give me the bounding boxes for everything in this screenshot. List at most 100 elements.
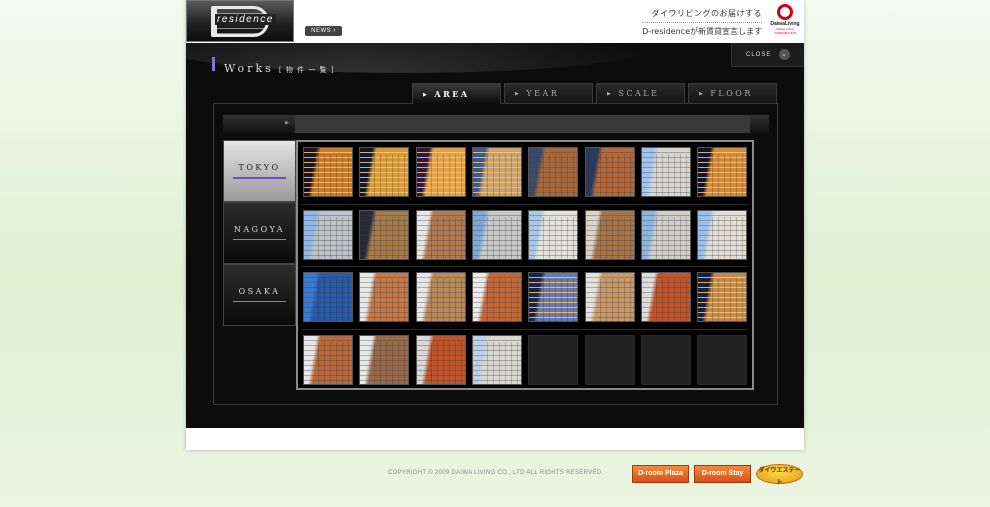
building-facade — [543, 216, 577, 259]
news-button[interactable]: NEWS › — [305, 26, 342, 36]
building-facade — [374, 341, 408, 384]
daiwa-estate-button[interactable]: ダイワエステート — [756, 464, 803, 486]
region-label: NAGOYA — [233, 225, 286, 234]
building-facade — [600, 278, 634, 321]
property-thumbnail[interactable] — [416, 335, 466, 385]
property-thumbnail[interactable] — [472, 147, 522, 197]
building-facade — [374, 153, 408, 196]
daiwa-living-logo[interactable]: DaiwaLiving Daiwa Living CORPORATION — [768, 4, 802, 40]
tab-floor[interactable]: ▶ FLOOR — [688, 83, 777, 103]
tab-year[interactable]: ▶ YEAR — [504, 83, 593, 103]
chevron-down-icon: ⌄ — [779, 49, 790, 60]
property-thumbnail[interactable] — [585, 210, 635, 260]
brand-sub: Daiwa Living CORPORATION — [773, 27, 797, 35]
page-frame: residence NEWS › ダイワリビングのお届けする D-residen… — [186, 0, 804, 450]
empty-thumbnail-slot — [641, 335, 691, 385]
building-facade — [487, 278, 521, 321]
building-facade — [374, 278, 408, 321]
title-main: Works — [224, 62, 274, 75]
property-thumbnail[interactable] — [303, 272, 353, 322]
property-thumbnail-grid — [296, 140, 754, 390]
daiwa-ring-icon — [777, 4, 793, 20]
property-thumbnail[interactable] — [528, 210, 578, 260]
sub-filter-right[interactable] — [750, 115, 769, 133]
page-bottom-strip — [186, 428, 804, 450]
building-facade — [318, 341, 352, 384]
property-thumbnail[interactable] — [472, 272, 522, 322]
region-label: TOKYO — [238, 163, 281, 172]
building-facade — [600, 216, 634, 259]
tab-area[interactable]: ▶ AREA — [412, 83, 501, 104]
property-thumbnail[interactable] — [359, 147, 409, 197]
copyright-text: COPYRIGHT © 2009 DAIWA LIVING CO., LTD A… — [388, 470, 604, 476]
region-list: TOKYO NAGOYA OSAKA — [223, 140, 296, 326]
close-button[interactable]: CLOSE ⌄ — [731, 43, 804, 67]
building-facade — [712, 278, 746, 321]
region-underline — [233, 301, 286, 302]
building-facade — [600, 153, 634, 196]
property-thumbnail[interactable] — [697, 210, 747, 260]
property-thumbnail[interactable] — [528, 272, 578, 322]
region-label: OSAKA — [238, 287, 281, 296]
building-facade — [431, 153, 465, 196]
tagline: ダイワリビングのお届けする D-residenceが新賃貸宣言します — [642, 8, 762, 37]
row-divider — [302, 203, 748, 205]
d-room-plaza-button[interactable]: D-room Plaza — [632, 465, 689, 483]
region-osaka[interactable]: OSAKA — [223, 264, 296, 326]
building-facade — [656, 278, 690, 321]
property-thumbnail[interactable] — [585, 272, 635, 322]
title-sub: [ 物 件 一 覧 ] — [278, 66, 335, 74]
region-tokyo[interactable]: TOKYO — [223, 140, 296, 202]
property-thumbnail[interactable] — [697, 147, 747, 197]
d-residence-logo[interactable]: residence — [186, 0, 294, 42]
tagline-line-2: D-residenceが新賃貸宣言します — [642, 27, 762, 36]
building-facade — [318, 153, 352, 196]
property-thumbnail[interactable] — [416, 210, 466, 260]
building-facade — [487, 216, 521, 259]
page-title: Works [ 物 件 一 覧 ] — [212, 57, 335, 75]
property-thumbnail[interactable] — [303, 147, 353, 197]
property-thumbnail[interactable] — [416, 147, 466, 197]
sub-filter-left[interactable]: ▶ — [223, 115, 295, 133]
property-thumbnail[interactable] — [641, 272, 691, 322]
building-facade — [543, 153, 577, 196]
row-divider — [302, 328, 748, 330]
close-label: CLOSE — [746, 52, 772, 58]
region-underline — [233, 239, 286, 240]
tab-label: FLOOR — [710, 89, 753, 98]
property-thumbnail[interactable] — [359, 210, 409, 260]
property-thumbnail[interactable] — [416, 272, 466, 322]
building-facade — [431, 341, 465, 384]
property-thumbnail[interactable] — [697, 272, 747, 322]
region-nagoya[interactable]: NAGOYA — [223, 202, 296, 264]
row-divider — [302, 266, 748, 267]
building-facade — [431, 278, 465, 321]
building-facade — [712, 216, 746, 259]
property-thumbnail[interactable] — [472, 210, 522, 260]
property-thumbnail[interactable] — [528, 147, 578, 197]
property-thumbnail[interactable] — [585, 147, 635, 197]
property-thumbnail[interactable] — [472, 335, 522, 385]
triangle-right-icon: ▶ — [515, 91, 522, 97]
building-facade — [656, 216, 690, 259]
property-thumbnail[interactable] — [641, 210, 691, 260]
triangle-right-icon: ▶ — [607, 91, 614, 97]
empty-thumbnail-slot — [528, 335, 578, 385]
sub-filter-track — [295, 115, 750, 133]
property-thumbnail[interactable] — [641, 147, 691, 197]
building-facade — [318, 216, 352, 259]
property-thumbnail[interactable] — [359, 272, 409, 322]
tab-label: YEAR — [526, 89, 560, 98]
building-facade — [374, 216, 408, 259]
empty-thumbnail-slot — [585, 335, 635, 385]
region-underline — [233, 177, 286, 179]
building-facade — [487, 341, 521, 384]
property-thumbnail[interactable] — [303, 335, 353, 385]
d-room-stay-button[interactable]: D-room Stay — [694, 465, 751, 483]
property-thumbnail[interactable] — [303, 210, 353, 260]
filter-tabs: ▶ AREA ▶ YEAR ▶ SCALE ▶ FLOOR — [412, 83, 777, 104]
tagline-line-1: ダイワリビングのお届けする — [642, 8, 762, 23]
property-thumbnail[interactable] — [359, 335, 409, 385]
tab-scale[interactable]: ▶ SCALE — [596, 83, 685, 103]
logo-text: residence — [215, 14, 276, 25]
